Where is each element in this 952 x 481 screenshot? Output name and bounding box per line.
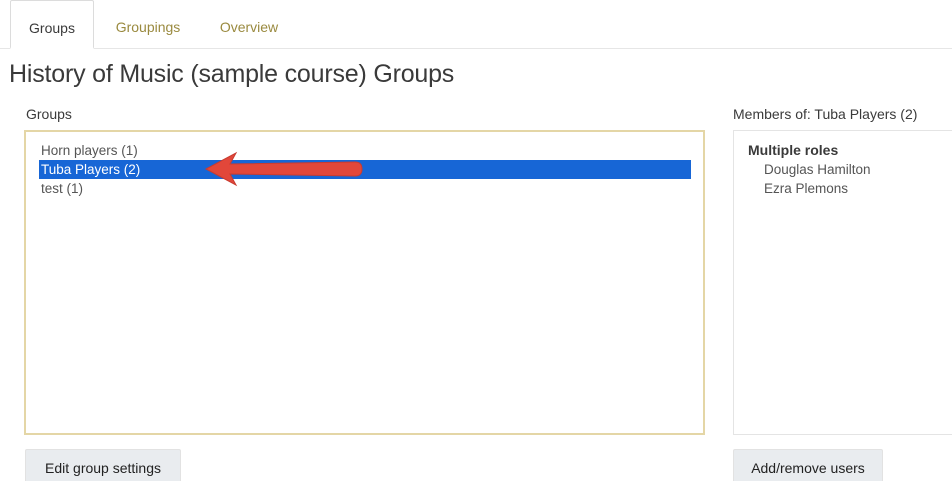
tab-groupings[interactable]: Groupings [100,0,196,46]
role-heading: Multiple roles [748,142,839,158]
edit-group-settings-button[interactable]: Edit group settings [25,449,181,481]
groups-label: Groups [26,106,72,122]
group-option-horn-players[interactable]: Horn players (1) [39,141,691,160]
tab-overview[interactable]: Overview [204,0,294,46]
members-label: Members of: Tuba Players (2) [733,106,918,122]
tab-groups[interactable]: Groups [10,0,94,49]
red-arrow-icon [204,151,363,187]
tab-bar: Groups Groupings Overview [0,0,952,49]
group-option-tuba-players[interactable]: Tuba Players (2) [39,160,691,179]
member-item: Ezra Plemons [764,181,849,196]
page-title: History of Music (sample course) Groups [9,60,455,88]
group-option-test[interactable]: test (1) [39,179,691,198]
member-item: Douglas Hamilton [764,162,871,177]
add-remove-users-button[interactable]: Add/remove users [733,449,883,481]
members-list: Multiple roles Douglas Hamilton Ezra Ple… [733,130,952,435]
